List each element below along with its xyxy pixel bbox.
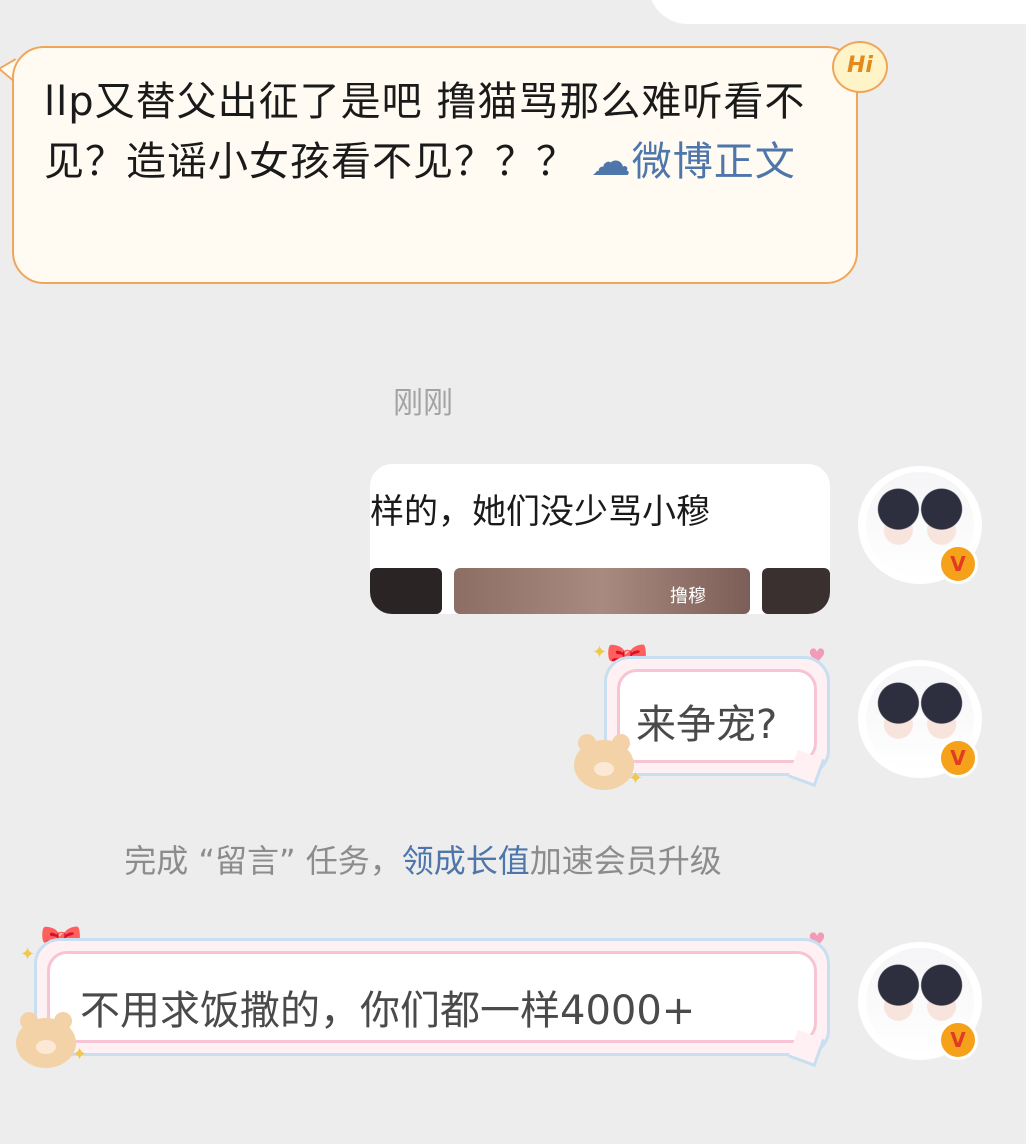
bear-sticker-icon — [574, 734, 634, 790]
vip-badge-icon: V — [938, 544, 978, 584]
thumbnail-3[interactable] — [762, 568, 830, 614]
sparkle-icon: ✦ — [72, 1044, 88, 1065]
sparkle-icon: ✦ — [628, 768, 644, 789]
sparkle-icon: ✦ — [20, 944, 36, 965]
avatar[interactable]: V — [858, 942, 982, 1060]
hi-badge: Hi — [832, 41, 888, 93]
growth-link[interactable]: 领成长值 — [402, 842, 530, 880]
weibo-cloud-icon: ☁ — [590, 139, 632, 185]
thumbnail-label: 撸穆 — [670, 586, 706, 607]
bear-face — [594, 762, 614, 776]
weibo-link[interactable]: ☁微博正文 — [591, 139, 796, 185]
timestamp: 刚刚 — [393, 386, 453, 421]
bear-face — [36, 1040, 56, 1054]
notice-prefix: 完成 “留言” 任务， — [124, 842, 402, 880]
message-text: 不用求饭撒的，你们都一样4000+ — [80, 988, 696, 1034]
system-notice: 完成 “留言” 任务，领成长值加速会员升级 — [0, 836, 846, 882]
sparkle-icon: ✦ — [592, 642, 608, 663]
image-caption: 样的，她们没少骂小穆 — [370, 492, 710, 532]
image-thumbnails — [370, 568, 830, 614]
message-text: 来争宠? — [636, 702, 778, 748]
weibo-link-label: 微博正文 — [631, 139, 796, 185]
thumbnail-1[interactable] — [370, 568, 442, 614]
vip-badge-icon: V — [938, 1020, 978, 1060]
bear-sticker-icon — [16, 1012, 76, 1068]
vip-badge-icon: V — [938, 738, 978, 778]
avatar[interactable]: V — [858, 660, 982, 778]
image-message[interactable]: 样的，她们没少骂小穆 撸穆 — [370, 464, 830, 614]
notice-suffix: 加速会员升级 — [529, 842, 722, 880]
incoming-message-text: llp又替父出征了是吧 撸猫骂那么难听看不见？造谣小女孩看不见？？？ ☁微博正文 — [44, 72, 844, 192]
top-edge-panel — [648, 0, 1026, 24]
avatar[interactable]: V — [858, 466, 982, 584]
